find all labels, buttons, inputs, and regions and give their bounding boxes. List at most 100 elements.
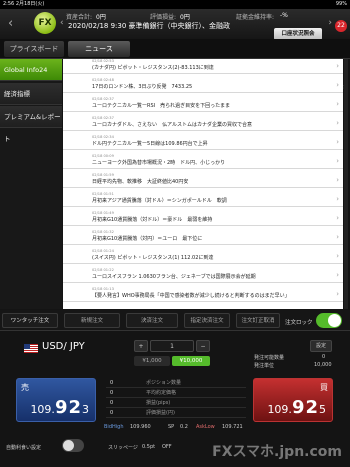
news-item[interactable]: 02/18 01:32 月初来G10通貨騰落（対円）＝ユーロ 最下位に › [63,230,343,246]
chevron-right-icon: › [336,233,339,241]
buy-button[interactable]: 買 109.925 [253,378,333,422]
chevron-left-icon[interactable]: ‹ [60,18,64,28]
news-item[interactable]: 02/18 02:37 ユーロカナダドル、さえない 仏アルストムはカナダ企業の買収… [63,116,343,132]
new-order-button[interactable]: 新規注文 [64,313,120,328]
chevron-right-icon: › [336,195,339,203]
news-date: 02/18 02:34 [92,135,114,139]
position-row: 0 評価損益(円) [106,408,246,418]
lot-unit-value: 10,000 [314,362,332,368]
currency-pair[interactable]: USD/ JPY [42,341,85,352]
specified-settle-button[interactable]: 指定決済注文 [184,313,230,328]
auto-settle-toggle[interactable] [62,439,84,452]
news-title: ユーロスイスフラン 1.0630フラン台、ジェネーブでは国際展示会が延期 [92,274,256,280]
margin-value: -% [280,12,288,19]
back-icon[interactable]: ‹ [8,16,13,31]
news-title: 月初来アジア通貨騰落（対ドル）＝シンガポールドル 軟調 [92,198,227,204]
order-lock-toggle[interactable] [316,313,342,328]
notification-badge[interactable]: 22 [335,20,347,32]
news-item[interactable]: 02/18 01:13 【要人発言】WHO事務局長「中国で感染者数が減少し続けると… [63,287,343,303]
order-lock-label: 注文ロック [285,320,313,326]
news-title: 月初来G10通貨騰落（対円）＝ユーロ 最下位に [92,236,203,242]
news-date: 02/18 02:53 [92,59,114,63]
chevron-right-icon[interactable]: › [328,18,332,28]
chevron-right-icon: › [336,100,339,108]
assets-label: 資産合計: [66,14,93,21]
news-item[interactable]: 02/18 01:22 ユーロスイスフラン 1.0630フラン台、ジェネーブでは国… [63,268,343,284]
qty-input[interactable]: 1 [150,340,194,352]
news-date: 02/18 01:49 [92,211,114,215]
eval-label: 評価損益: [150,14,177,21]
sidebar-item-economic-indicators[interactable]: 経済指標 [0,83,62,105]
news-list: 02/18 02:53 (カナダ円) ピボット・レジスタンス(2)-83.113に… [63,59,343,309]
max-order-value: 0 [322,354,326,360]
news-item[interactable]: 02/18 01:59 日経平均先物、軟推移 大証終値比40円安 › [63,173,343,189]
position-row: 0 損益(pips) [106,398,246,408]
buy-price: 109.925 [267,397,326,418]
usd-flag-icon [24,344,38,353]
news-title: ユーロテクニカル一覧ーRSI 売られ過ぎ目安を下回ったまま [92,103,230,109]
spread-label: SP [168,424,175,430]
status-bar: 2:56 2月18日(火) 99% [0,0,350,9]
assets-value: 0円 [96,14,106,21]
news-date: 02/18 01:32 [92,230,114,234]
fx-logo: FX [34,12,56,34]
lot-unit-label: 発注単位 [254,363,275,369]
spread-value: 0.2 [180,424,188,430]
sidebar-item-global-info[interactable]: Global Info24 [0,59,62,81]
main-tabs: プライスボード ニュース › [0,39,350,91]
news-date: 02/18 01:22 [92,268,114,272]
news-date: 02/18 01:13 [92,287,114,291]
ask-low-label: AskLow [196,424,215,430]
news-item[interactable]: 02/18 02:53 (カナダ円) ピボット・レジスタンス(2)-83.113に… [63,59,343,75]
news-item[interactable]: 02/18 02:37 ユーロテクニカル一覧ーRSI 売られ過ぎ目安を下回ったまま… [63,97,343,113]
slippage-value[interactable]: 0.5pt [142,444,155,450]
app-header: ‹ FX ‹ 資産合計: 0円 評価損益: 0円 証拠金維持率: -% 2020… [0,9,350,40]
slippage-off[interactable]: OFF [162,444,172,450]
trade-panel: USD/ JPY + 1 − ¥1,000 ¥10,000 設定 発注可能数量 … [0,332,350,467]
news-scrollbar[interactable] [344,59,348,309]
one-touch-order-button[interactable]: ワンタッチ注文 [2,313,58,328]
news-date: 02/18 02:37 [92,116,114,120]
auto-settle-label: 自動利食い設定 [6,445,42,451]
news-title: 【要人発言】WHO事務局長「中国で感染者数が減少し続けると判断するのはまだ早い」 [92,293,290,299]
news-title: 月初来G10通貨騰落（対ドル）＝豪ドル 最弱を維持 [92,217,213,223]
chevron-right-icon: › [336,290,339,298]
chevron-right-icon: › [336,62,339,70]
slippage-label: スリッページ [108,445,138,451]
news-title: ニューヨーク外国為替市場概況・2時 ドル円、小じっかり [92,160,226,166]
buy-label: 買 [320,383,328,392]
position-row: 0 平均約定価格 [106,388,246,398]
news-item[interactable]: 02/18 02:48 17日のロンドン株、3日ぶり反発 7433.25 › [63,78,343,94]
sell-button[interactable]: 売 109.923 [16,378,96,422]
sidebar-item-premium-report[interactable]: プレミアム&レポート [0,106,62,143]
tab-price-board[interactable]: プライスボード [4,41,64,57]
qty-plus-button[interactable]: + [134,340,148,352]
sell-label: 売 [21,383,29,392]
news-item[interactable]: 02/18 00:09 ニューヨーク外国為替市場概況・2時 ドル円、小じっかり › [63,154,343,170]
lot-10000-button[interactable]: ¥10,000 [172,356,210,366]
news-item[interactable]: 02/18 01:24 (スイス円) ピボット・レジスタンス(1) 112.02に… [63,249,343,265]
battery-level: 99% [335,1,347,7]
chevron-right-icon: › [336,138,339,146]
news-date: 02/18 02:37 [92,97,114,101]
tab-news[interactable]: ニュース [68,41,130,57]
lot-1000-button[interactable]: ¥1,000 [134,356,170,366]
settings-button[interactable]: 設定 [310,340,332,352]
order-cancel-button[interactable]: 注文訂正取消 [236,313,280,328]
chevron-right-icon: › [336,157,339,165]
settle-order-button[interactable]: 決済注文 [126,313,178,328]
news-ticker[interactable]: 2020/02/18 9:30 豪準備銀行（中央銀行）、金融政 [68,21,268,31]
news-title: 日経平均先物、軟推移 大証終値比40円安 [92,179,189,185]
position-row: 0 ポジション数量 [106,378,246,388]
news-title: (カナダ円) ピボット・レジスタンス(2)-83.113に到達 [92,65,214,71]
sell-price: 109.923 [30,397,89,418]
news-date: 02/18 01:24 [92,249,114,253]
qty-minus-button[interactable]: − [196,340,210,352]
news-item[interactable]: 02/18 02:34 ドル円テクニカル一覧ー5日線は109.86円台で上昇 › [63,135,343,151]
news-title: ユーロカナダドル、さえない 仏アルストムはカナダ企業の買収で合意 [92,122,252,128]
eval-value: 0円 [180,14,190,21]
news-date: 02/18 01:59 [92,173,114,177]
news-item[interactable]: 02/18 01:51 月初来アジア通貨騰落（対ドル）＝シンガポールドル 軟調 › [63,192,343,208]
news-title: 17日のロンドン株、3日ぶり反発 7433.25 [92,84,193,90]
news-item[interactable]: 02/18 01:49 月初来G10通貨騰落（対ドル）＝豪ドル 最弱を維持 › [63,211,343,227]
